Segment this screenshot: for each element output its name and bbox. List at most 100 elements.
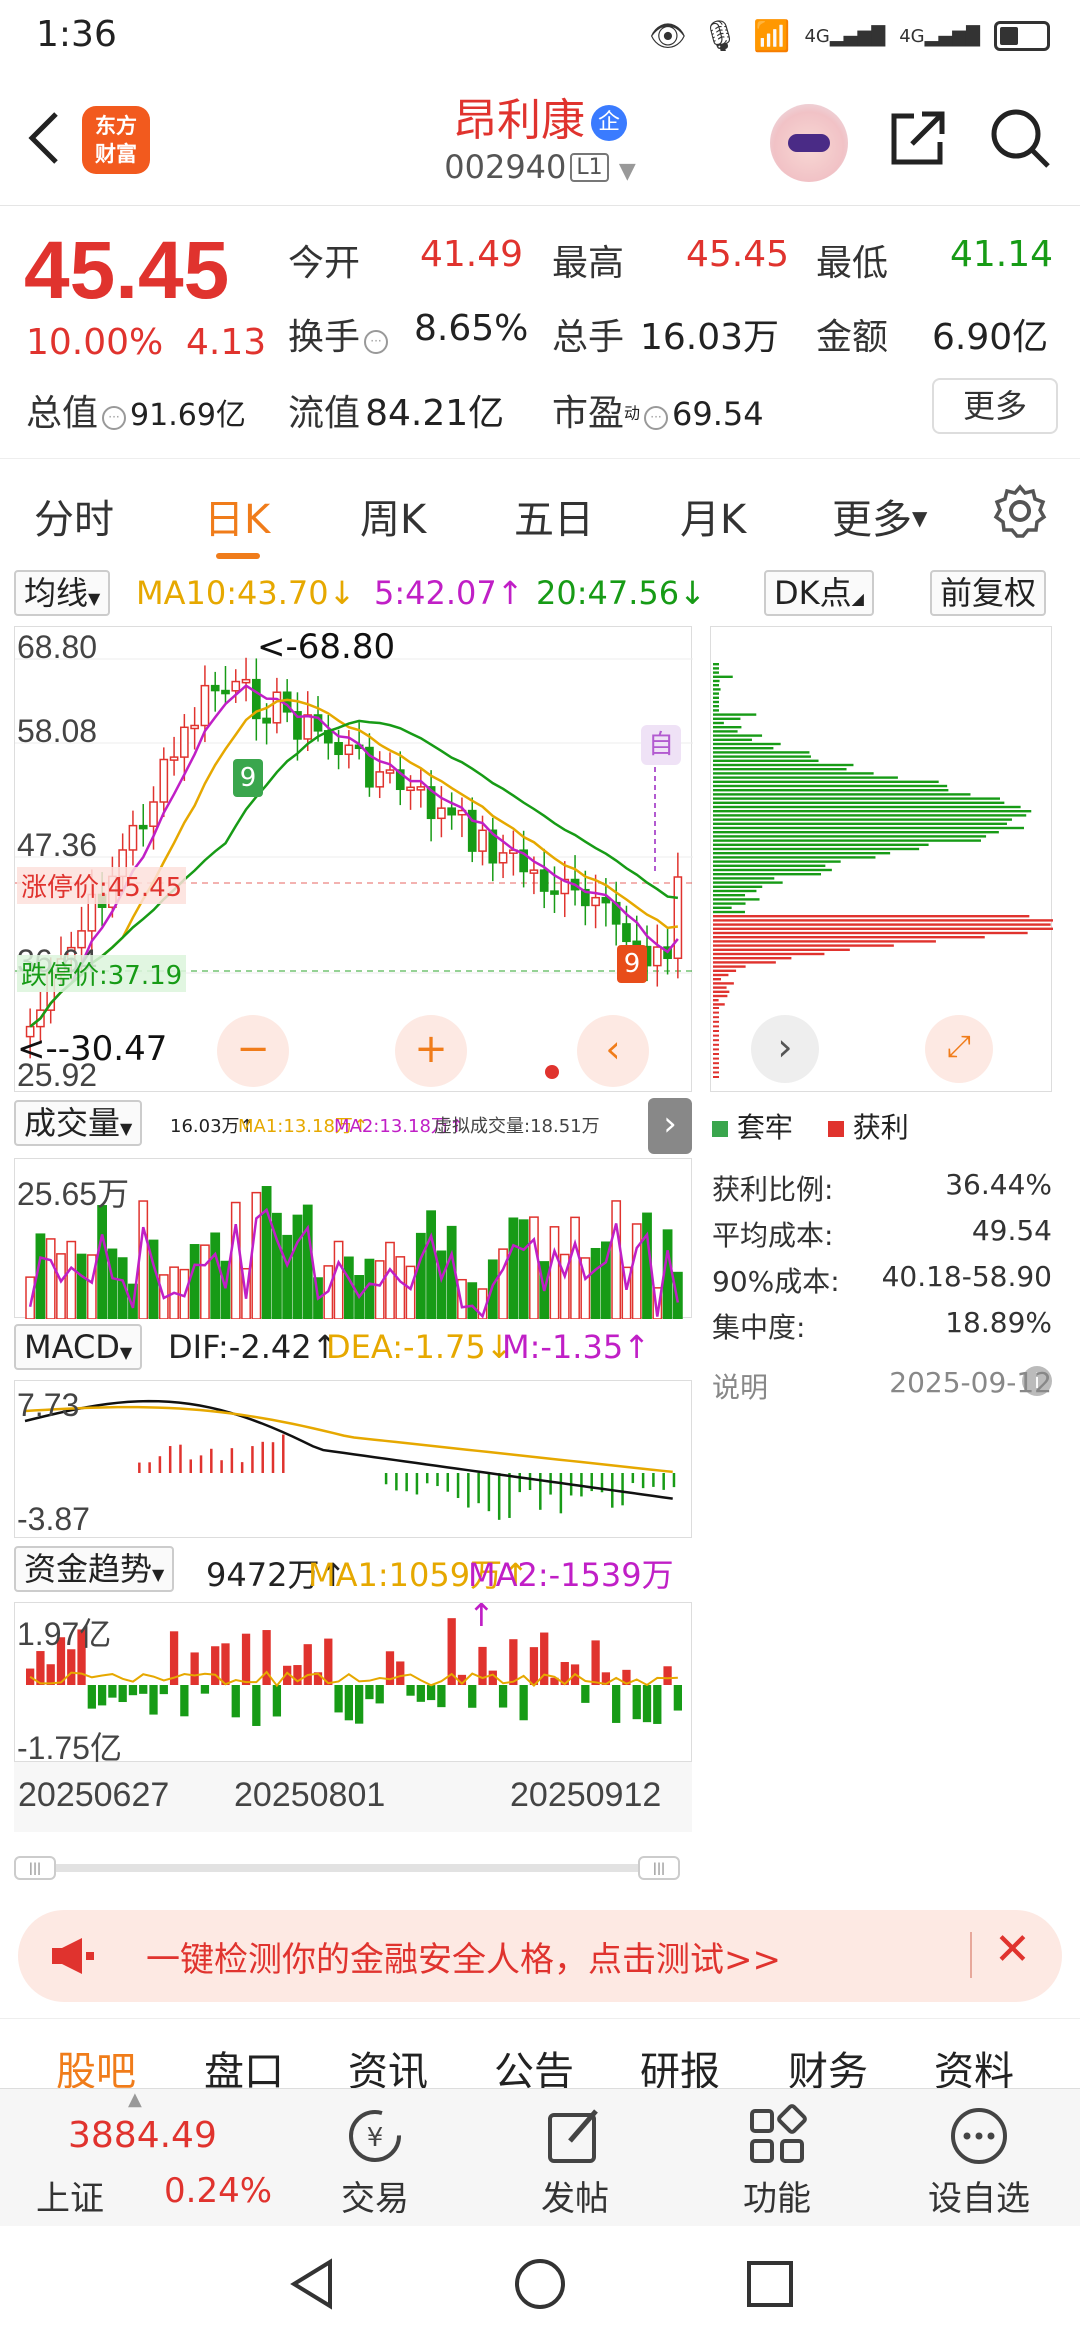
total-value-label: 总值 xyxy=(26,393,99,434)
scroll-left-button[interactable]: ‹ xyxy=(577,1015,649,1087)
tab-news[interactable]: 资讯 xyxy=(348,2039,428,2088)
chip-note-row[interactable]: 说明 i 2025-09-12 xyxy=(712,1366,1052,1406)
volume-bar xyxy=(529,1216,539,1319)
chip-bar-locked xyxy=(713,717,741,720)
expand-icon[interactable]: ⤢ xyxy=(925,1015,993,1083)
zoom-out-button[interactable]: − xyxy=(217,1015,289,1087)
macd-histogram-bar xyxy=(148,1462,151,1473)
chip-bar-profit xyxy=(713,923,1051,926)
chip-bar-profit xyxy=(713,1071,719,1074)
gear-icon[interactable] xyxy=(992,483,1048,539)
volume-selector[interactable]: 成交量▼ xyxy=(14,1100,143,1146)
share-icon[interactable] xyxy=(884,104,952,172)
chip-bar-profit xyxy=(713,994,728,998)
chip-bar-profit xyxy=(713,1062,719,1065)
tab-forum[interactable]: 股吧 xyxy=(56,2039,136,2088)
range-handle-right[interactable]: ||| xyxy=(638,1856,680,1880)
post-label[interactable]: 发帖 xyxy=(510,2171,640,2220)
fund-bar xyxy=(36,1651,45,1685)
nav-home-icon[interactable] xyxy=(512,2256,568,2312)
add-watchlist-label[interactable]: 设自选 xyxy=(914,2171,1044,2220)
volume-chart[interactable]: 25.65万 xyxy=(14,1158,692,1319)
tab-five-day[interactable]: 五日 xyxy=(514,487,594,545)
functions-button[interactable] xyxy=(712,2103,842,2173)
macd-histogram-bar xyxy=(271,1442,275,1473)
candle-body xyxy=(447,807,457,816)
auto-label[interactable]: 自 xyxy=(641,725,681,765)
macd-histogram-bar xyxy=(456,1473,460,1499)
current-marker-dot xyxy=(545,1065,559,1079)
ma5-value: 5:42.07↑ xyxy=(374,574,524,612)
tab-announcements[interactable]: 公告 xyxy=(494,2039,574,2088)
post-button[interactable] xyxy=(510,2103,640,2173)
close-icon[interactable]: ✕ xyxy=(994,1924,1031,1975)
fund-bar xyxy=(108,1685,117,1698)
index-percent[interactable]: 0.24% xyxy=(164,2171,272,2211)
candle-body xyxy=(673,876,683,960)
ma-row: 均线▼ MA10:43.70↓ 5:42.07↑ 20:47.56↓ DK点◢ … xyxy=(0,570,1080,620)
functions-label[interactable]: 功能 xyxy=(712,2171,842,2220)
low-value: 41.14 xyxy=(950,234,1054,275)
candle-body xyxy=(344,744,354,756)
macd-y-label: -3.87 xyxy=(17,1501,90,1537)
macd-histogram-bar xyxy=(621,1473,624,1506)
tab-daily-k[interactable]: 日K xyxy=(204,487,270,545)
chip-distribution-chart[interactable]: › ⤢ xyxy=(710,626,1053,1092)
candle-body xyxy=(591,896,600,907)
chip-bar-locked xyxy=(713,789,949,792)
volume-bar xyxy=(189,1244,200,1319)
tab-finance[interactable]: 财务 xyxy=(788,2039,868,2088)
dk-point-button[interactable]: DK点◢ xyxy=(764,570,874,616)
tab-monthly-k[interactable]: 月K xyxy=(680,487,746,545)
assistant-avatar-icon[interactable] xyxy=(770,104,848,182)
trade-button[interactable]: ¥ xyxy=(310,2103,440,2173)
ma-selector[interactable]: 均线▼ xyxy=(14,570,111,616)
tab-orderbook[interactable]: 盘口 xyxy=(204,2039,284,2088)
candle-body xyxy=(169,756,179,761)
range-scrollbar[interactable]: ||| ||| xyxy=(14,1856,692,1880)
nav-recents-icon[interactable] xyxy=(742,2256,798,2312)
index-name[interactable]: 上证 xyxy=(36,2171,104,2220)
macd-histogram-bar xyxy=(508,1473,511,1518)
chevron-right-icon[interactable]: › xyxy=(648,1098,692,1154)
tab-profile[interactable]: 资料 xyxy=(934,2039,1014,2088)
megaphone-icon xyxy=(52,1938,94,1974)
volume-label: 总手 xyxy=(552,317,625,358)
chip-bar-locked xyxy=(713,801,1005,804)
trade-label[interactable]: 交易 xyxy=(310,2171,440,2220)
kline-y-label: 47.36 xyxy=(17,827,98,863)
zoom-in-button[interactable]: + xyxy=(395,1015,467,1087)
tab-research[interactable]: 研报 xyxy=(640,2039,720,2088)
fund-selector[interactable]: 资金趋势▼ xyxy=(14,1546,175,1592)
chip-bar-locked xyxy=(713,902,746,905)
fund-bar xyxy=(159,1685,168,1695)
macd-selector[interactable]: MACD▼ xyxy=(14,1324,143,1370)
tab-weekly-k[interactable]: 周K xyxy=(360,487,426,545)
fund-bar xyxy=(663,1666,672,1685)
chip-bar-locked xyxy=(713,826,1024,830)
fund-bar xyxy=(581,1685,590,1703)
volume-header: 成交量▼ 16.03万↑ MA1:13.18万↑ MA2:13.18万↑ 虚拟成… xyxy=(14,1100,692,1148)
more-button[interactable]: 更多 xyxy=(932,378,1058,434)
macd-histogram-bar xyxy=(518,1473,521,1493)
tab-more[interactable]: 更多▼ xyxy=(832,487,927,545)
macd-histogram-bar xyxy=(405,1473,408,1492)
search-icon[interactable] xyxy=(986,104,1054,172)
date-axis: 20250627 20250801 20250912 xyxy=(14,1762,692,1832)
chevron-down-icon: ▼ xyxy=(618,159,636,184)
adjust-button[interactable]: 前复权 xyxy=(930,570,1047,616)
candle-body xyxy=(375,771,385,788)
range-handle-left[interactable]: ||| xyxy=(14,1856,56,1880)
fund-chart[interactable]: 1.97亿 -1.75亿 xyxy=(14,1602,692,1766)
index-value[interactable]: 3884.49 xyxy=(68,2115,217,2156)
kline-chart[interactable]: 68.80 58.08 47.36 36.64 25.92 <-68.80 <-… xyxy=(14,626,693,1093)
volume-bar xyxy=(508,1217,519,1319)
ad-banner[interactable]: 一键检测你的金融安全人格，点击测试>> ✕ xyxy=(18,1910,1062,2002)
macd-chart[interactable]: 7.73 -3.87 xyxy=(14,1380,692,1538)
volume-y-label: 25.65万 xyxy=(17,1176,130,1212)
nav-back-icon[interactable] xyxy=(284,2256,340,2312)
chip-bar-profit xyxy=(713,927,1053,930)
tab-intraday[interactable]: 分时 xyxy=(34,487,114,545)
chevron-right-icon[interactable]: › xyxy=(751,1015,819,1083)
add-watchlist-button[interactable] xyxy=(914,2103,1044,2173)
